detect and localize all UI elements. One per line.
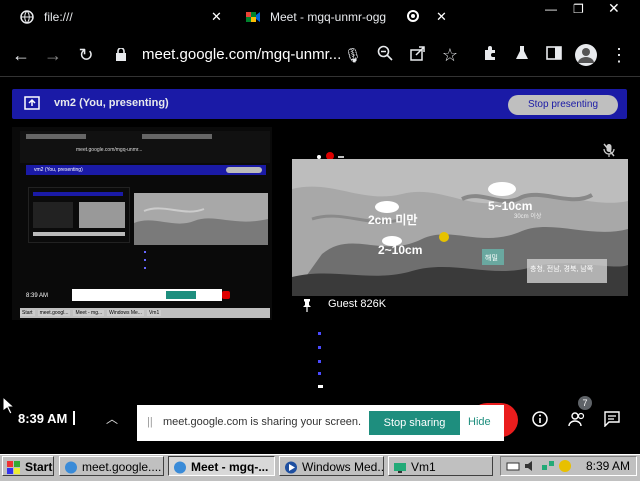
back-icon[interactable]: ← <box>10 44 32 66</box>
close-tab-icon[interactable]: ✕ <box>436 9 447 25</box>
minimize-icon[interactable]: — <box>545 2 557 16</box>
taskbar-item-label: Meet - mgq-... <box>191 460 269 474</box>
labs-flask-icon[interactable] <box>511 44 533 66</box>
bookmark-star-icon[interactable]: ☆ <box>439 44 461 66</box>
taskbar-item-label: Windows Med... <box>302 460 384 474</box>
stop-presenting-button[interactable]: Stop presenting <box>508 95 618 115</box>
nested-taskbar: Start meet.googl... Meet - mg... Windows… <box>20 308 270 318</box>
people-icon[interactable] <box>567 410 587 428</box>
side-panel-icon[interactable] <box>543 44 565 66</box>
participant-count-badge: 7 <box>578 396 592 410</box>
mouse-cursor-icon <box>2 395 16 415</box>
nested-taskbar-item: Start <box>20 310 35 316</box>
map-label: 2~10cm <box>378 243 423 257</box>
network-tray-icon[interactable] <box>541 459 555 473</box>
muted-mic-icon <box>603 143 615 157</box>
chevron-up-icon[interactable]: ︿ <box>106 410 118 427</box>
map-label: 충청, 전남, 경북, 남쪽 <box>530 266 594 273</box>
forward-icon[interactable]: → <box>42 44 64 66</box>
recording-indicator-icon <box>407 10 419 22</box>
nested-tab <box>26 134 86 139</box>
lock-icon[interactable] <box>116 47 126 61</box>
keyboard-tray-icon[interactable] <box>506 459 520 473</box>
nested-taskbar-item: meet.googl... <box>37 310 71 316</box>
nested-taskbar-item: Meet - mg... <box>73 310 105 316</box>
close-window-icon[interactable]: ✕ <box>608 0 620 17</box>
presenting-label: vm2 (You, presenting) <box>54 97 169 109</box>
profile-avatar-icon[interactable] <box>575 44 597 66</box>
nested-url: meet.google.com/mgq-unmr... <box>76 147 143 153</box>
tile-indicator <box>316 149 346 160</box>
globe-icon <box>20 10 34 24</box>
vm-icon <box>393 460 407 473</box>
tab-title: Meet - mgq-unmr-ogg <box>270 10 387 24</box>
chat-icon[interactable] <box>604 411 620 428</box>
stop-sharing-button[interactable]: Stop sharing <box>369 411 460 435</box>
start-label: Start <box>25 460 53 474</box>
loading-dot <box>318 360 321 363</box>
nested-stop-button <box>226 167 262 173</box>
sharing-message: meet.google.com is sharing your screen. <box>163 416 362 428</box>
loading-dot <box>318 372 321 375</box>
info-icon[interactable] <box>532 411 548 427</box>
nested-inner-share <box>28 187 130 243</box>
media-player-icon <box>284 460 298 474</box>
nested-taskbar-item: Windows Me... <box>107 310 144 316</box>
drag-handle-icon[interactable]: || <box>147 416 153 428</box>
browser-icon <box>173 460 187 474</box>
divider <box>73 411 75 425</box>
loading-dot <box>318 332 321 335</box>
extensions-icon[interactable] <box>479 44 501 66</box>
taskbar-item-meet-google[interactable]: meet.google.... <box>59 456 164 476</box>
meeting-time: 8:39 AM <box>18 411 68 426</box>
start-button[interactable]: Start <box>2 456 54 476</box>
map-label: 해밀 <box>485 255 498 262</box>
guest-video-tile[interactable]: 2cm 미만 5~10cm 2~10cm 30cm 이상 해밀 충청, 전남, … <box>292 159 628 296</box>
zoom-icon[interactable] <box>374 44 396 66</box>
taskbar-item-vm1[interactable]: Vm1 <box>388 456 493 476</box>
browser-icon <box>64 460 78 474</box>
loading-dot <box>318 346 321 349</box>
close-tab-icon[interactable]: ✕ <box>211 9 222 25</box>
menu-kebab-icon[interactable]: ⋮ <box>608 44 630 66</box>
map-label: 2cm 미만 <box>368 213 418 227</box>
taskbar-item-label: Vm1 <box>411 460 436 474</box>
nested-share-bar <box>72 289 222 301</box>
map-label: 30cm 이상 <box>514 214 542 220</box>
nested-tab <box>142 134 212 139</box>
nested-taskbar-item: Vm1 <box>146 310 162 316</box>
restore-icon[interactable]: ❐ <box>573 2 584 16</box>
nested-presenting-label: vm2 (You, presenting) <box>34 167 83 173</box>
tab-title: file:/// <box>44 10 73 24</box>
windows-logo-icon <box>7 460 21 474</box>
screen-share-tile[interactable]: meet.google.com/mgq-unmr... vm2 (You, pr… <box>12 127 272 320</box>
reload-icon[interactable]: ↻ <box>75 44 97 66</box>
nested-weather-image <box>134 193 268 245</box>
pin-icon[interactable] <box>302 298 312 312</box>
security-tray-icon[interactable] <box>558 459 572 473</box>
hide-button[interactable]: Hide <box>468 416 491 428</box>
taskbar-item-label: meet.google.... <box>82 460 162 474</box>
loading-dot <box>318 385 323 388</box>
microphone-icon[interactable]: 🎙 <box>342 44 364 66</box>
taskbar-clock: 8:39 AM <box>586 459 631 473</box>
meet-icon <box>246 10 260 24</box>
tab-file[interactable]: file:/// <box>20 0 220 34</box>
taskbar-item-meet-mgq[interactable]: Meet - mgq-... <box>168 456 275 476</box>
present-screen-icon <box>24 96 40 110</box>
taskbar-item-windows-media[interactable]: Windows Med... <box>279 456 384 476</box>
volume-tray-icon[interactable] <box>524 459 538 473</box>
participant-name: Guest 826K <box>328 298 387 310</box>
share-icon[interactable] <box>407 44 429 66</box>
nested-time: 8:39 AM <box>26 293 49 299</box>
